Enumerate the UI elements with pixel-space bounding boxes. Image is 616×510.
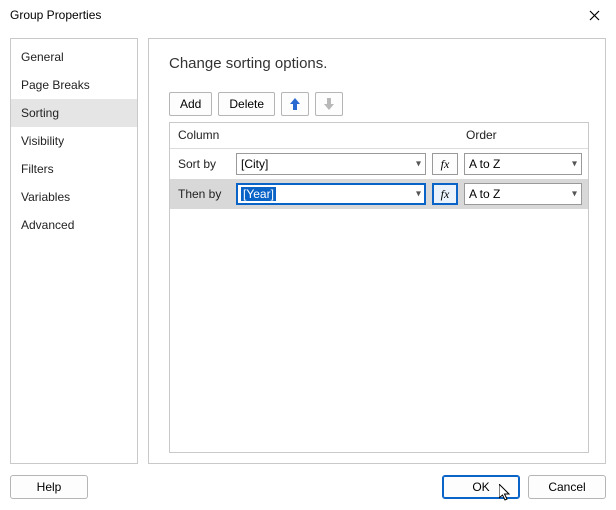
sidebar-item-advanced[interactable]: Advanced — [11, 211, 137, 239]
sidebar-item-variables[interactable]: Variables — [11, 183, 137, 211]
sidebar-item-label: General — [21, 50, 64, 64]
sidebar-item-label: Sorting — [21, 106, 59, 120]
help-button[interactable]: Help — [10, 475, 88, 499]
expression-button[interactable]: fx — [432, 183, 458, 205]
sort-column-combo[interactable]: [City] ▾ — [236, 153, 426, 175]
group-properties-dialog: Group Properties General Page Breaks Sor… — [0, 0, 616, 510]
add-button[interactable]: Add — [169, 92, 212, 116]
main-panel: Change sorting options. Add Delete Colum… — [148, 38, 606, 464]
chevron-down-icon: ▾ — [572, 189, 577, 200]
chevron-down-icon: ▾ — [416, 189, 421, 200]
expression-button[interactable]: fx — [432, 153, 458, 175]
dialog-footer: Help OK Cancel — [0, 464, 616, 510]
sort-toolbar: Add Delete — [169, 92, 589, 116]
sidebar-item-label: Advanced — [21, 218, 74, 232]
move-down-button[interactable] — [315, 92, 343, 116]
fx-label: fx — [441, 157, 450, 172]
sort-column-combo[interactable]: [Year] ▾ — [236, 183, 426, 205]
ok-button[interactable]: OK — [442, 475, 520, 499]
grid-header: Column Order — [170, 123, 588, 149]
close-icon — [589, 10, 600, 21]
chevron-down-icon: ▾ — [572, 159, 577, 170]
fx-label: fx — [441, 187, 450, 202]
delete-button[interactable]: Delete — [218, 92, 275, 116]
page-title: Change sorting options. — [169, 55, 589, 72]
row-label: Then by — [176, 187, 230, 201]
sidebar-item-label: Page Breaks — [21, 78, 90, 92]
sort-column-value: [City] — [241, 157, 268, 171]
cancel-button[interactable]: Cancel — [528, 475, 606, 499]
row-label: Sort by — [176, 157, 230, 171]
sort-order-value: A to Z — [469, 187, 500, 201]
sort-row[interactable]: Then by [Year] ▾ fx A to Z ▾ — [170, 179, 588, 209]
sidebar-item-filters[interactable]: Filters — [11, 155, 137, 183]
cancel-button-label: Cancel — [548, 480, 585, 494]
sidebar-item-visibility[interactable]: Visibility — [11, 127, 137, 155]
cursor-icon — [499, 484, 513, 502]
titlebar: Group Properties — [0, 0, 616, 30]
dialog-title: Group Properties — [10, 8, 574, 22]
move-up-button[interactable] — [281, 92, 309, 116]
sort-order-combo[interactable]: A to Z ▾ — [464, 183, 582, 205]
sort-order-value: A to Z — [469, 157, 500, 171]
help-button-label: Help — [37, 480, 62, 494]
dialog-body: General Page Breaks Sorting Visibility F… — [0, 30, 616, 464]
sort-grid: Column Order Sort by [City] ▾ fx A to Z … — [169, 122, 589, 453]
chevron-down-icon: ▾ — [416, 159, 421, 170]
sort-row[interactable]: Sort by [City] ▾ fx A to Z ▾ — [170, 149, 588, 179]
ok-button-label: OK — [472, 480, 489, 494]
sort-order-combo[interactable]: A to Z ▾ — [464, 153, 582, 175]
sidebar-item-sorting[interactable]: Sorting — [11, 99, 137, 127]
sidebar-item-general[interactable]: General — [11, 43, 137, 71]
grid-empty-area — [170, 209, 588, 452]
column-header: Column — [170, 123, 458, 148]
delete-button-label: Delete — [229, 97, 264, 111]
sidebar-item-page-breaks[interactable]: Page Breaks — [11, 71, 137, 99]
sidebar-item-label: Visibility — [21, 134, 64, 148]
category-sidebar: General Page Breaks Sorting Visibility F… — [10, 38, 138, 464]
arrow-down-icon — [324, 98, 334, 110]
add-button-label: Add — [180, 97, 201, 111]
sidebar-item-label: Filters — [21, 162, 54, 176]
arrow-up-icon — [290, 98, 300, 110]
sidebar-item-label: Variables — [21, 190, 70, 204]
order-header: Order — [458, 123, 588, 148]
sort-column-value: [Year] — [241, 187, 276, 201]
close-button[interactable] — [574, 1, 614, 29]
